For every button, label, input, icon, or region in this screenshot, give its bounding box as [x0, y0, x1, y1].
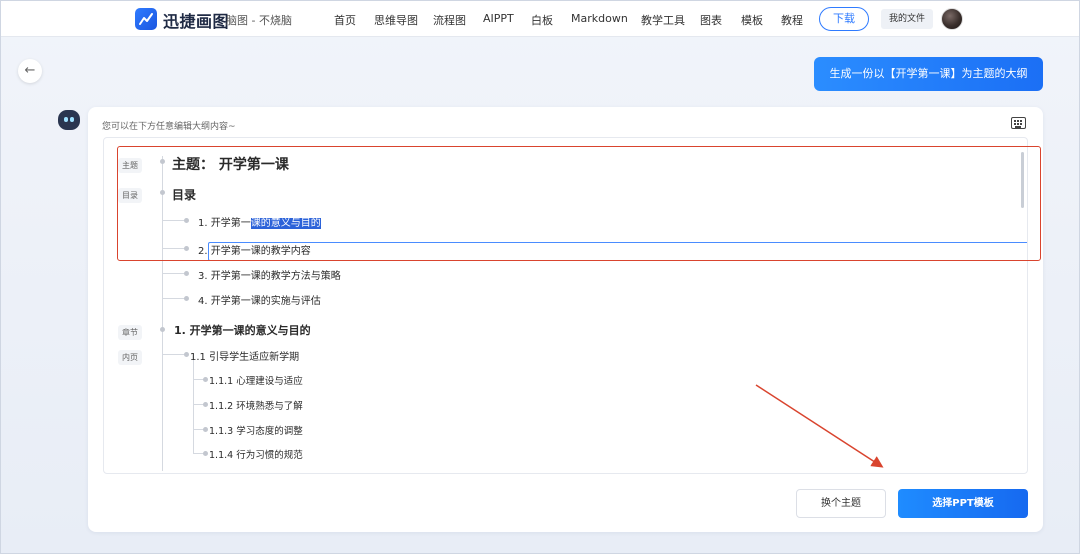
topic-title[interactable]: 主题： 开学第一课 [172, 154, 289, 174]
my-files-button[interactable]: 我的文件 [881, 9, 933, 29]
node-dot [203, 451, 208, 456]
chapter-title[interactable]: 1. 开学第一课的意义与目的 [174, 322, 311, 338]
keyboard-icon[interactable] [1011, 117, 1026, 129]
document-name[interactable]: 脑图 - 不烧脑 [226, 12, 292, 28]
node-dot [160, 159, 165, 164]
node-dot [184, 271, 189, 276]
user-prompt-bubble: 生成一份以【开学第一课】为主题的大纲 [814, 57, 1043, 91]
node-dot [184, 352, 189, 357]
node-dot [203, 377, 208, 382]
toc-item-2[interactable]: 2. 开学第一课的教学内容 [198, 242, 311, 257]
app-window: 迅捷画图 脑图 - 不烧脑 首页 思维导图 流程图 AIPPT 白板 Markd… [0, 0, 1080, 554]
tree-connector [162, 298, 186, 299]
tag-chapter: 章节 [118, 325, 142, 340]
node-dot [184, 296, 189, 301]
node-dot [184, 246, 189, 251]
nav-templates[interactable]: 模板 [741, 12, 763, 28]
tree-connector [162, 248, 186, 249]
nav-teaching-tools[interactable]: 教学工具 [641, 12, 685, 28]
toc-title[interactable]: 目录 [172, 186, 196, 203]
toc-item-3[interactable]: 3. 开学第一课的教学方法与策略 [198, 267, 341, 282]
ai-bot-icon [58, 110, 80, 130]
section-title[interactable]: 1.1 引导学生适应新学期 [190, 348, 299, 363]
sub-item-2[interactable]: 1.1.2 环境熟悉与了解 [209, 398, 303, 412]
node-dot [203, 402, 208, 407]
edit-hint: 您可以在下方任意编辑大纲内容~ [102, 122, 236, 132]
selected-text: 课的意义与目的 [250, 218, 321, 229]
node-dot [160, 190, 165, 195]
tree-connector [162, 354, 186, 355]
nav-aippt[interactable]: AIPPT [483, 12, 514, 25]
sub-item-4[interactable]: 1.1.4 行为习惯的规范 [209, 447, 303, 461]
download-button[interactable]: 下载 [819, 7, 869, 31]
node-dot [184, 218, 189, 223]
outline-editor[interactable]: 主题 目录 章节 内页 主题： 开学第一课 目录 1. 开学第一课的意义与目的 … [103, 137, 1028, 474]
nav-home[interactable]: 首页 [334, 12, 356, 28]
choose-ppt-template-button[interactable]: 选择PPT模板 [898, 489, 1028, 518]
toc-item-edit-field[interactable] [208, 242, 1027, 261]
node-dot [160, 327, 165, 332]
toc-item-1[interactable]: 1. 开学第一课的意义与目的 [198, 214, 321, 229]
nav-flowchart[interactable]: 流程图 [433, 12, 466, 28]
tree-connector [162, 156, 163, 471]
nav-mindmap[interactable]: 思维导图 [374, 12, 418, 28]
nav-whiteboard[interactable]: 白板 [531, 12, 553, 28]
sub-item-3[interactable]: 1.1.3 学习态度的调整 [209, 423, 303, 437]
top-navbar: 迅捷画图 脑图 - 不烧脑 首页 思维导图 流程图 AIPPT 白板 Markd… [1, 1, 1079, 37]
tag-toc: 目录 [118, 188, 142, 203]
sub-item-1[interactable]: 1.1.1 心理建设与适应 [209, 373, 303, 387]
outline-card: 您可以在下方任意编辑大纲内容~ 主题 目录 章节 内页 主题： 开学第一课 目录… [88, 107, 1043, 532]
user-avatar[interactable] [941, 8, 963, 30]
outline-scrollbar[interactable] [1021, 152, 1024, 208]
toc-item-1-prefix: 1. 开学第一 [198, 218, 251, 229]
tag-page: 内页 [118, 350, 142, 365]
node-dot [203, 427, 208, 432]
tree-connector [162, 220, 186, 221]
nav-charts[interactable]: 图表 [700, 12, 722, 28]
toc-item-4[interactable]: 4. 开学第一课的实施与评估 [198, 292, 321, 307]
app-logo-icon[interactable] [135, 8, 157, 30]
change-theme-button[interactable]: 换个主题 [796, 489, 886, 518]
back-arrow-icon[interactable]: ← [18, 59, 42, 83]
nav-tutorials[interactable]: 教程 [781, 12, 803, 28]
brand-name: 迅捷画图 [163, 12, 230, 31]
tree-connector [162, 273, 186, 274]
tag-topic: 主题 [118, 158, 142, 173]
nav-markdown[interactable]: Markdown [571, 12, 628, 25]
